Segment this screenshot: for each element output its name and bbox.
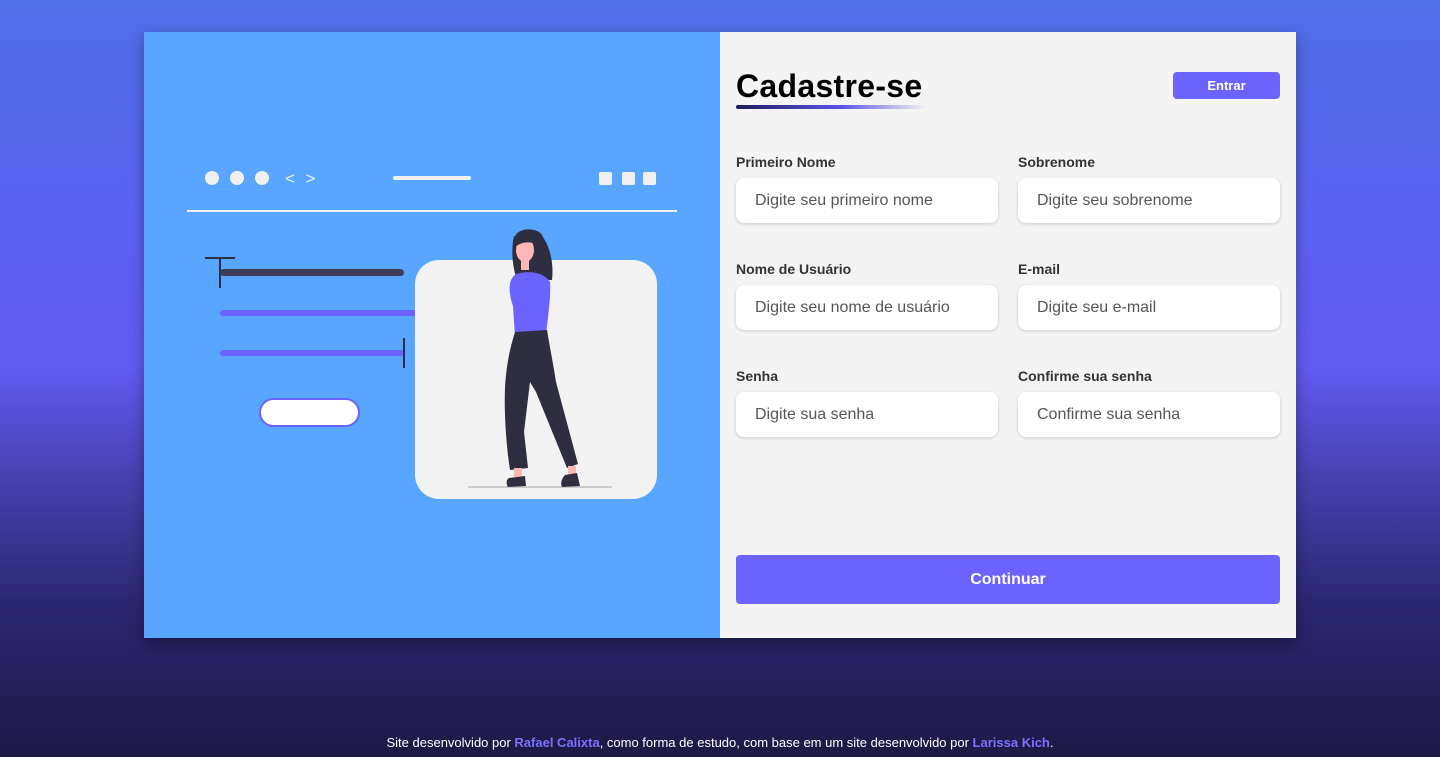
window-dot-icon	[205, 171, 219, 185]
last-name-input[interactable]	[1018, 178, 1280, 223]
last-name-label: Sobrenome	[1018, 154, 1096, 170]
signup-illustration: < >	[187, 171, 677, 499]
email-input[interactable]	[1018, 285, 1280, 330]
confirm-password-label: Confirme sua senha	[1018, 368, 1152, 384]
footer-suffix: .	[1049, 735, 1054, 750]
address-bar	[393, 176, 471, 180]
title-underline	[736, 105, 926, 109]
signup-card: < > Cadastre-se Entrar Primeiro Nome Dig…	[144, 32, 1296, 638]
window-square-icon	[599, 172, 612, 185]
confirm-password-input[interactable]	[1018, 392, 1280, 437]
signup-form: Cadastre-se Entrar Primeiro Nome Sobreno…	[720, 32, 1296, 638]
footer-prefix: Site desenvolvido por	[386, 735, 515, 750]
username-field: Nome de Usuário	[736, 261, 998, 330]
author-link[interactable]: Rafael Calixta	[514, 735, 599, 750]
password-label: Senha	[736, 368, 779, 384]
window-dot-icon	[230, 171, 244, 185]
illustration-panel: < >	[144, 32, 720, 638]
first-name-field: Primeiro Nome	[736, 154, 998, 223]
first-name-input[interactable]	[736, 178, 998, 223]
username-input[interactable]	[736, 285, 998, 330]
last-name-field: Sobrenome	[1018, 154, 1280, 223]
password-field: Senha	[736, 368, 998, 437]
text-line-dark	[220, 269, 404, 276]
window-square-icon	[643, 172, 656, 185]
original-author-link[interactable]: Larissa Kich	[973, 735, 1050, 750]
password-input[interactable]	[736, 392, 998, 437]
illustration-pill-button	[259, 398, 360, 427]
page-title: Cadastre-se	[736, 68, 923, 104]
footer: Site desenvolvido por Rafael Calixta, co…	[0, 735, 1440, 750]
text-line-purple-short	[220, 350, 404, 356]
code-brackets-icon: < >	[285, 171, 316, 190]
email-field: E-mail	[1018, 261, 1280, 330]
first-name-label: Primeiro Nome	[736, 154, 836, 170]
email-label: E-mail	[1018, 261, 1061, 277]
window-square-icon	[622, 172, 635, 185]
login-button[interactable]: Entrar	[1173, 72, 1280, 99]
username-label: Nome de Usuário	[736, 261, 852, 277]
window-dot-icon	[255, 171, 269, 185]
confirm-password-field: Confirme sua senha	[1018, 368, 1280, 437]
footer-middle: , como forma de estudo, com base em um s…	[599, 735, 973, 750]
continue-button[interactable]: Continuar	[736, 555, 1280, 604]
